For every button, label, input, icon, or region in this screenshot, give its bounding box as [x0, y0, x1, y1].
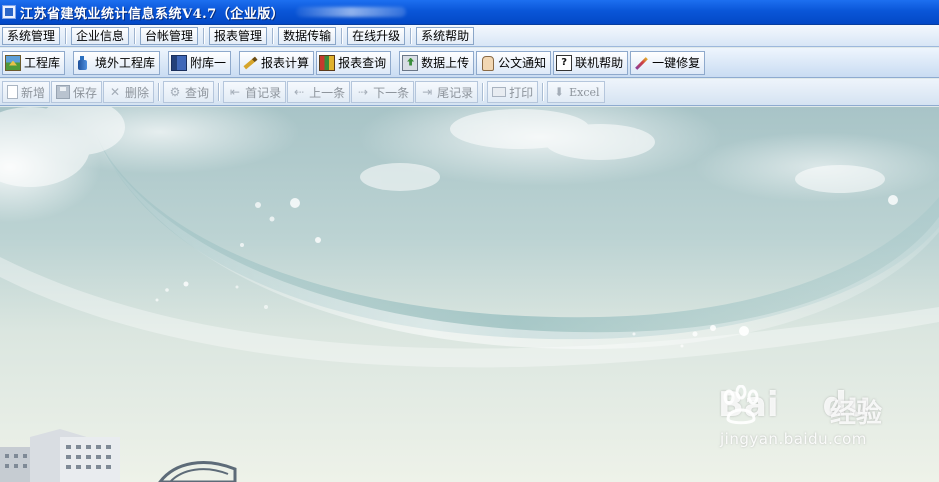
delete-label: 删除 [125, 85, 150, 100]
landscape-icon [5, 54, 21, 71]
next-record-button[interactable]: 下一条 [351, 81, 415, 103]
help-icon: ? [556, 54, 573, 71]
delete-button[interactable]: 删除 [103, 81, 155, 103]
data-upload-button[interactable]: 数据上传 [399, 50, 475, 75]
wrench-icon [633, 55, 649, 71]
app-icon [2, 5, 16, 19]
upload-icon [402, 54, 419, 71]
query-label: 查询 [185, 85, 210, 100]
report-query-label: 报表查询 [338, 56, 387, 70]
title-bar: 江苏省建筑业统计信息系统V4.7（企业版） [0, 0, 939, 25]
menu-report-management[interactable]: 报表管理 [209, 26, 268, 45]
last-record-label: 尾记录 [437, 85, 474, 100]
next-arrow-icon [356, 85, 370, 99]
previous-record-label: 上一条 [309, 85, 346, 100]
appendix-library-button[interactable]: 附库一 [168, 50, 232, 75]
hand-icon [479, 55, 495, 71]
watermark-jingyan-text: 经验 [830, 399, 883, 429]
clouds [0, 107, 885, 193]
menu-separator [272, 27, 275, 44]
workspace-background: Bai du 经验 jingyan.baidu.com [0, 107, 939, 482]
toolbar-separator [218, 83, 221, 101]
module-toolbar: 工程库 境外工程库 附库一 报表计算 报表查询 数据上传 公文通知 ? 联机帮助… [0, 48, 939, 78]
report-calculation-button[interactable]: 报表计算 [239, 50, 315, 75]
print-label: 打印 [509, 85, 534, 100]
menu-ledger-management[interactable]: 台帐管理 [140, 26, 199, 45]
one-click-repair-button[interactable]: 一键修复 [630, 50, 706, 75]
record-action-toolbar: 新增 保存 删除 查询 首记录 上一条 下一条 尾记录 打印 Excel [0, 79, 939, 106]
report-calculation-label: 报表计算 [261, 56, 310, 70]
save-button[interactable]: 保存 [51, 81, 103, 103]
first-record-label: 首记录 [245, 85, 282, 100]
menu-bar: 系统管理 企业信息 台帐管理 报表管理 数据传输 在线升级 系统帮助 [0, 25, 939, 47]
baidu-paw-icon [723, 385, 759, 425]
window-title: 江苏省建筑业统计信息系统V4.7（企业版） [20, 6, 285, 22]
last-record-icon [420, 85, 434, 99]
query-icon [168, 85, 182, 99]
books-icon [319, 54, 336, 71]
save-disk-icon [56, 85, 71, 99]
project-library-label: 工程库 [24, 56, 61, 70]
toolbar-separator [542, 83, 545, 101]
menu-system-help[interactable]: 系统帮助 [416, 26, 475, 45]
printer-icon [492, 87, 507, 97]
query-button[interactable]: 查询 [163, 81, 215, 103]
last-record-button[interactable]: 尾记录 [415, 81, 479, 103]
baidu-jingyan-watermark: Bai du 经验 jingyan.baidu.com [718, 385, 898, 460]
first-record-button[interactable]: 首记录 [223, 81, 287, 103]
previous-arrow-icon [292, 85, 306, 99]
menu-system-management[interactable]: 系统管理 [2, 26, 61, 45]
appendix-library-label: 附库一 [190, 56, 227, 70]
pencil-icon [242, 55, 258, 71]
watermark-url: jingyan.baidu.com [720, 430, 867, 448]
bottle-icon [76, 55, 92, 71]
previous-record-button[interactable]: 上一条 [287, 81, 351, 103]
menu-separator [203, 27, 206, 44]
toolbar-separator [482, 83, 485, 101]
online-help-button[interactable]: ? 联机帮助 [553, 50, 629, 75]
report-query-button[interactable]: 报表查询 [316, 50, 392, 75]
print-button[interactable]: 打印 [487, 81, 539, 103]
book-icon [171, 54, 188, 71]
new-label: 新增 [21, 85, 46, 100]
new-button[interactable]: 新增 [2, 81, 51, 103]
menu-online-upgrade[interactable]: 在线升级 [347, 26, 406, 45]
excel-export-label: Excel [569, 85, 600, 99]
save-label: 保存 [73, 85, 98, 100]
menu-data-transfer[interactable]: 数据传输 [278, 26, 337, 45]
one-click-repair-label: 一键修复 [652, 56, 701, 70]
first-record-icon [228, 85, 242, 99]
excel-export-button[interactable]: Excel [547, 81, 605, 103]
city-buildings-illustration [0, 429, 237, 482]
online-help-label: 联机帮助 [575, 56, 624, 70]
project-library-button[interactable]: 工程库 [2, 50, 66, 75]
overseas-project-library-button[interactable]: 境外工程库 [73, 50, 161, 75]
blurred-title-region [296, 7, 407, 17]
menu-separator [410, 27, 413, 44]
new-doc-icon [7, 85, 18, 99]
menu-separator [341, 27, 344, 44]
excel-export-icon [552, 85, 566, 99]
official-notice-label: 公文通知 [498, 56, 547, 70]
menu-separator [134, 27, 137, 44]
data-upload-label: 数据上传 [421, 56, 470, 70]
official-notice-button[interactable]: 公文通知 [476, 50, 552, 75]
toolbar-separator [158, 83, 161, 101]
next-record-label: 下一条 [373, 85, 410, 100]
menu-company-info[interactable]: 企业信息 [71, 26, 130, 45]
overseas-project-library-label: 境外工程库 [95, 56, 156, 70]
menu-separator [65, 27, 68, 44]
delete-x-icon [108, 85, 122, 99]
